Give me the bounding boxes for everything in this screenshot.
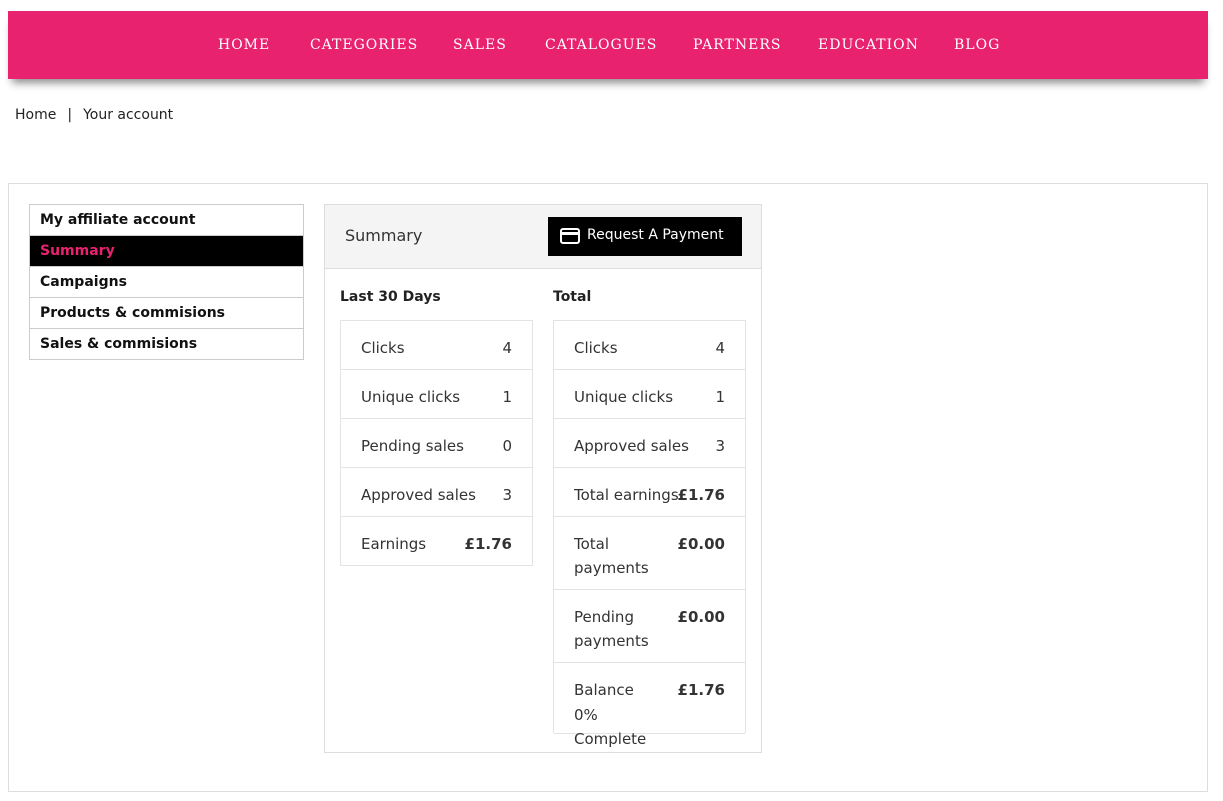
table-row: Pending payments £0.00 xyxy=(554,590,745,663)
table-row: Earnings £1.76 xyxy=(341,517,532,566)
breadcrumb-home-link[interactable]: Home xyxy=(15,107,56,123)
stat-label: Approved sales xyxy=(361,486,476,504)
total-table: Clicks 4 Unique clicks 1 Approved sales … xyxy=(553,320,746,748)
stat-value: £1.76 xyxy=(677,681,725,699)
stat-label: Pending sales xyxy=(361,437,464,455)
stat-value: £1.76 xyxy=(677,486,725,504)
stat-label: Approved sales xyxy=(574,437,689,455)
table-row: Approved sales 3 xyxy=(341,468,532,517)
total-title: Total xyxy=(553,289,592,305)
stat-label: Unique clicks xyxy=(574,388,674,406)
table-row: Unique clicks 1 xyxy=(341,370,532,419)
nav-education[interactable]: EDUCATION xyxy=(818,37,919,53)
top-navigation: HOME CATEGORIES SALES CATALOGUES PARTNER… xyxy=(8,11,1208,79)
table-row: Clicks 4 xyxy=(554,321,745,370)
breadcrumb-current: Your account xyxy=(83,107,174,123)
breadcrumb-separator: | xyxy=(67,107,73,123)
stat-value: £0.00 xyxy=(677,535,725,553)
nav-partners[interactable]: PARTNERS xyxy=(693,37,781,53)
request-payment-label: Request A Payment xyxy=(587,227,724,243)
last-30-days-table: Clicks 4 Unique clicks 1 Pending sales 0… xyxy=(340,320,533,566)
table-row: Clicks 4 xyxy=(341,321,532,370)
request-payment-button[interactable]: Request A Payment xyxy=(548,217,742,256)
stat-label: Total earnings xyxy=(574,486,679,504)
account-sidebar-menu: My affiliate account Summary Campaigns P… xyxy=(29,204,304,360)
stat-value: 3 xyxy=(502,486,512,504)
breadcrumb: Home | Your account xyxy=(15,107,173,123)
stat-value: 1 xyxy=(502,388,512,406)
sidebar-item-campaigns[interactable]: Campaigns xyxy=(30,267,303,298)
sidebar-item-my-affiliate-account[interactable]: My affiliate account xyxy=(30,205,303,236)
stat-label: Pending payments xyxy=(574,608,649,650)
balance-progress-text: 0% Complete xyxy=(574,706,647,748)
stat-value: 0 xyxy=(502,437,512,455)
stat-value: 3 xyxy=(715,437,725,455)
sidebar-item-summary[interactable]: Summary xyxy=(30,236,303,267)
summary-title: Summary xyxy=(345,226,423,245)
nav-blog[interactable]: BLOG xyxy=(954,37,1000,53)
stat-label: Clicks xyxy=(361,339,405,357)
summary-header: Summary Request A Payment xyxy=(325,205,761,269)
table-row: Approved sales 3 xyxy=(554,419,745,468)
stat-value: £0.00 xyxy=(677,608,725,626)
nav-catalogues[interactable]: CATALOGUES xyxy=(545,37,657,53)
table-row: Balance £1.76 0% Complete xyxy=(554,663,745,748)
stat-value: 4 xyxy=(715,339,725,357)
stat-value: 1 xyxy=(715,388,725,406)
sidebar-item-sales-commisions[interactable]: Sales & commisions xyxy=(30,329,303,360)
stat-label: Balance xyxy=(574,681,634,699)
summary-panel: Summary Request A Payment Last 30 Days T… xyxy=(324,204,762,753)
sidebar-item-products-commisions[interactable]: Products & commisions xyxy=(30,298,303,329)
stat-value: £1.76 xyxy=(464,535,512,553)
table-row: Pending sales 0 xyxy=(341,419,532,468)
table-row: Total earnings £1.76 xyxy=(554,468,745,517)
stat-label: Earnings xyxy=(361,535,427,553)
stat-label: Unique clicks xyxy=(361,388,461,406)
table-row: Unique clicks 1 xyxy=(554,370,745,419)
nav-categories[interactable]: CATEGORIES xyxy=(310,37,418,53)
credit-card-icon xyxy=(560,228,580,244)
last-30-days-title: Last 30 Days xyxy=(340,289,441,305)
stat-value: 4 xyxy=(502,339,512,357)
nav-home[interactable]: HOME xyxy=(218,37,270,53)
stat-label: Total payments xyxy=(574,535,649,577)
nav-sales[interactable]: SALES xyxy=(453,37,507,53)
table-row: Total payments £0.00 xyxy=(554,517,745,590)
stat-label: Clicks xyxy=(574,339,618,357)
